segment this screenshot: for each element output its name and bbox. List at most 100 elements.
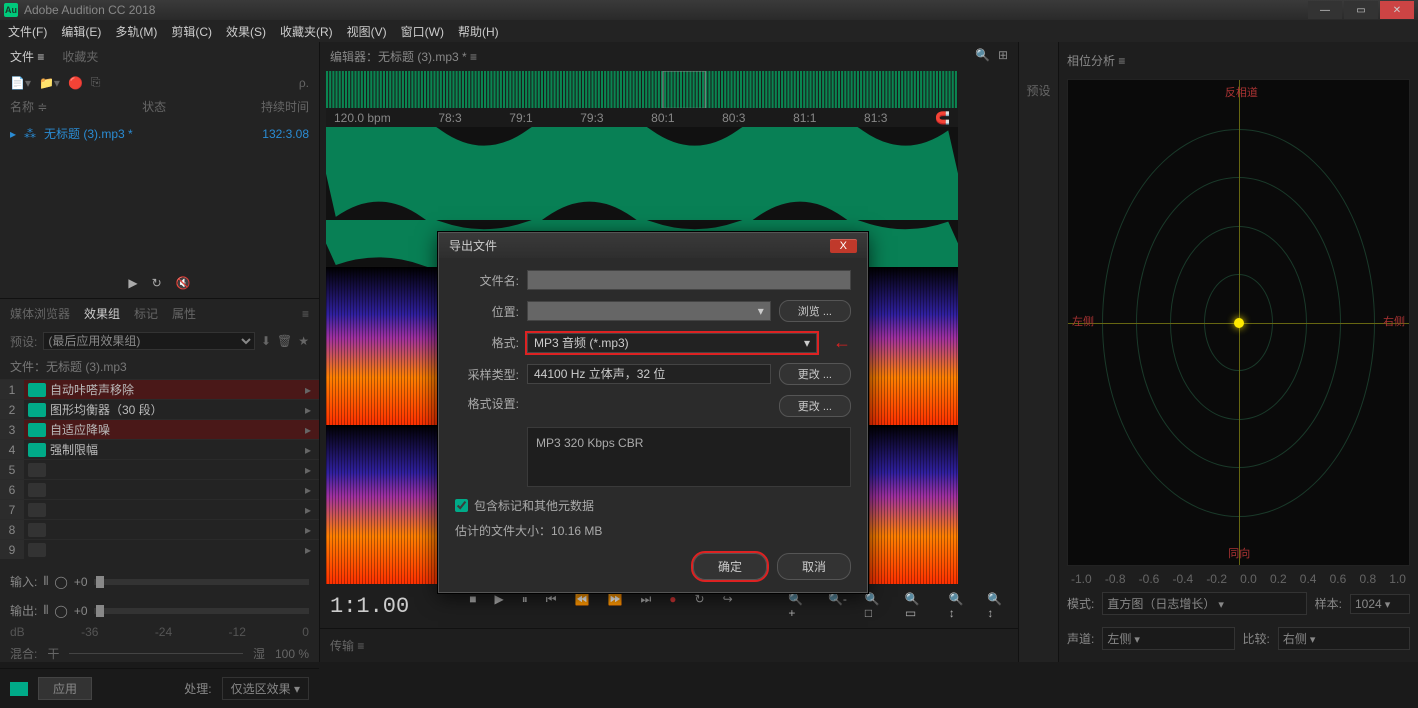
include-metadata-checkbox[interactable]: 包含标记和其他元数据 xyxy=(455,497,851,514)
forward-button[interactable]: ⏩ xyxy=(607,592,622,620)
search-icon[interactable]: ρ. xyxy=(299,76,309,90)
zoom-in-v-icon[interactable]: 🔍↕ xyxy=(949,592,970,620)
loop-icon[interactable]: ↻ xyxy=(152,276,162,290)
apply-button[interactable]: 应用 xyxy=(38,677,92,700)
fx-menu-icon[interactable]: ▸ xyxy=(305,403,319,417)
fx-slot[interactable]: 3自适应降噪▸ xyxy=(0,419,319,439)
fx-slot[interactable]: 7▸ xyxy=(0,499,319,519)
time-ruler[interactable]: 120.0 bpm 78:3 79:1 79:3 80:1 80:3 81:1 … xyxy=(326,108,958,127)
zoom-sel-icon[interactable]: 🔍▭ xyxy=(905,592,931,620)
filename-input[interactable] xyxy=(527,270,851,290)
menu-help[interactable]: 帮助(H) xyxy=(458,23,499,40)
file-row[interactable]: ▸ ⁂ 无标题 (3).mp3 * 132:3.08 xyxy=(0,119,319,148)
tab-favorites[interactable]: 收藏夹 xyxy=(62,48,98,65)
mix-slider[interactable] xyxy=(69,653,243,654)
fx-menu-icon[interactable]: ▸ xyxy=(305,383,319,397)
zoom-icon[interactable]: 🔍 xyxy=(975,48,990,65)
preset-vertical-label[interactable]: 预设 xyxy=(1019,82,1058,99)
fx-menu-icon[interactable]: ▸ xyxy=(305,503,319,517)
fx-slot[interactable]: 4强制限幅▸ xyxy=(0,439,319,459)
fx-slot[interactable]: 6▸ xyxy=(0,479,319,499)
fx-slot[interactable]: 1自动咔嗒声移除▸ xyxy=(0,379,319,399)
menu-clip[interactable]: 剪辑(C) xyxy=(171,23,212,40)
overview-waveform[interactable] xyxy=(326,71,958,108)
next-button[interactable]: ⏭ xyxy=(640,592,651,620)
tab-markers[interactable]: 标记 xyxy=(134,305,158,322)
menu-effects[interactable]: 效果(S) xyxy=(226,23,266,40)
stop-button[interactable]: ■ xyxy=(469,592,476,620)
sample-select[interactable]: 1024 ▾ xyxy=(1350,594,1410,614)
menu-view[interactable]: 视图(V) xyxy=(347,23,387,40)
fx-menu-icon[interactable]: ▸ xyxy=(305,543,319,557)
input-knob-icon[interactable]: ◯ xyxy=(54,575,67,589)
fx-menu-icon[interactable]: ▸ xyxy=(305,423,319,437)
zoom-full-icon[interactable]: 🔍□ xyxy=(865,592,887,620)
snap-icon[interactable]: 🧲 xyxy=(935,111,950,125)
menu-multitrack[interactable]: 多轨(M) xyxy=(115,23,157,40)
fav-preset-icon[interactable]: ★ xyxy=(298,334,309,348)
output-knob-icon[interactable]: ◯ xyxy=(54,604,67,618)
fx-toggle[interactable] xyxy=(28,463,46,477)
rewind-button[interactable]: ⏪ xyxy=(575,592,590,620)
loop-button[interactable]: ↻ xyxy=(695,592,705,620)
col-name[interactable]: 名称 ≑ xyxy=(10,98,47,115)
fx-toggle[interactable] xyxy=(28,523,46,537)
minimize-button[interactable]: — xyxy=(1308,1,1342,19)
compare-select[interactable]: 右侧 ▾ xyxy=(1278,627,1410,650)
channel-select[interactable]: 左侧 ▾ xyxy=(1102,627,1234,650)
pause-button[interactable]: ⏸ xyxy=(522,592,528,620)
col-duration[interactable]: 持续时间 xyxy=(261,98,309,115)
menu-window[interactable]: 窗口(W) xyxy=(401,23,444,40)
dialog-close-button[interactable]: X xyxy=(830,239,857,253)
tab-media-browser[interactable]: 媒体浏览器 xyxy=(10,305,70,322)
fx-menu-icon[interactable]: ▸ xyxy=(305,523,319,537)
fx-toggle[interactable] xyxy=(28,483,46,497)
change-format-button[interactable]: 更改 ... xyxy=(779,395,851,417)
tab-properties[interactable]: 属性 xyxy=(172,305,196,322)
change-sample-button[interactable]: 更改 ... xyxy=(779,363,851,385)
menu-favorites[interactable]: 收藏夹(R) xyxy=(280,23,333,40)
fx-power-toggle[interactable] xyxy=(10,682,28,696)
record-button[interactable]: ● xyxy=(669,592,676,620)
fx-toggle[interactable] xyxy=(28,503,46,517)
fx-menu-icon[interactable]: ▸ xyxy=(305,483,319,497)
zoom-out-v-icon[interactable]: 🔍↕ xyxy=(987,592,1008,620)
location-select[interactable]: ▾ xyxy=(527,301,771,321)
preset-select[interactable]: (最后应用效果组) xyxy=(43,332,255,350)
fx-slot[interactable]: 9▸ xyxy=(0,539,319,559)
format-select[interactable]: MP3 音频 (*.mp3)▾ xyxy=(527,333,817,353)
fx-menu-icon[interactable]: ▸ xyxy=(305,443,319,457)
expand-icon[interactable]: ▸ xyxy=(10,127,16,141)
panel-menu-icon[interactable]: ≡ xyxy=(302,307,309,321)
fx-slot[interactable]: 2图形均衡器（30 段）▸ xyxy=(0,399,319,419)
cancel-button[interactable]: 取消 xyxy=(777,553,851,580)
play-icon[interactable]: ▶ xyxy=(128,276,137,290)
process-select[interactable]: 仅选区效果 ▾ xyxy=(222,677,309,700)
mode-select[interactable]: 直方图（日志增长） ▾ xyxy=(1102,592,1306,615)
save-preset-icon[interactable]: ⬇ xyxy=(261,334,271,348)
fx-toggle[interactable] xyxy=(28,543,46,557)
ok-button[interactable]: 确定 xyxy=(693,553,767,580)
fx-slot[interactable]: 5▸ xyxy=(0,459,319,479)
record-icon[interactable]: 🔴 xyxy=(68,76,83,90)
play-button[interactable]: ▶ xyxy=(494,592,503,620)
browse-button[interactable]: 浏览 ... xyxy=(779,300,851,322)
fx-toggle[interactable] xyxy=(28,403,46,417)
col-status[interactable]: 状态 xyxy=(142,98,166,115)
mute-icon[interactable]: 🔇 xyxy=(176,276,191,290)
fx-menu-icon[interactable]: ▸ xyxy=(305,463,319,477)
zoom-out-icon[interactable]: 🔍- xyxy=(828,592,847,620)
maximize-button[interactable]: ▭ xyxy=(1344,1,1378,19)
output-slider[interactable] xyxy=(94,608,309,614)
prev-button[interactable]: ⏮ xyxy=(546,592,557,620)
waveform-left-channel[interactable]: dB- ∞-3-6 L xyxy=(326,127,958,220)
view-options-icon[interactable]: ⊞ xyxy=(998,48,1008,65)
tab-files[interactable]: 文件 ≡ xyxy=(10,48,44,65)
skip-button[interactable]: ↪ xyxy=(723,592,733,620)
import-icon[interactable]: ⎘ xyxy=(91,75,101,90)
fx-toggle[interactable] xyxy=(28,443,46,457)
new-file-icon[interactable]: 📄▾ xyxy=(10,76,31,90)
open-file-icon[interactable]: 📁▾ xyxy=(39,76,60,90)
close-button[interactable]: ✕ xyxy=(1380,1,1414,19)
fx-toggle[interactable] xyxy=(28,423,46,437)
